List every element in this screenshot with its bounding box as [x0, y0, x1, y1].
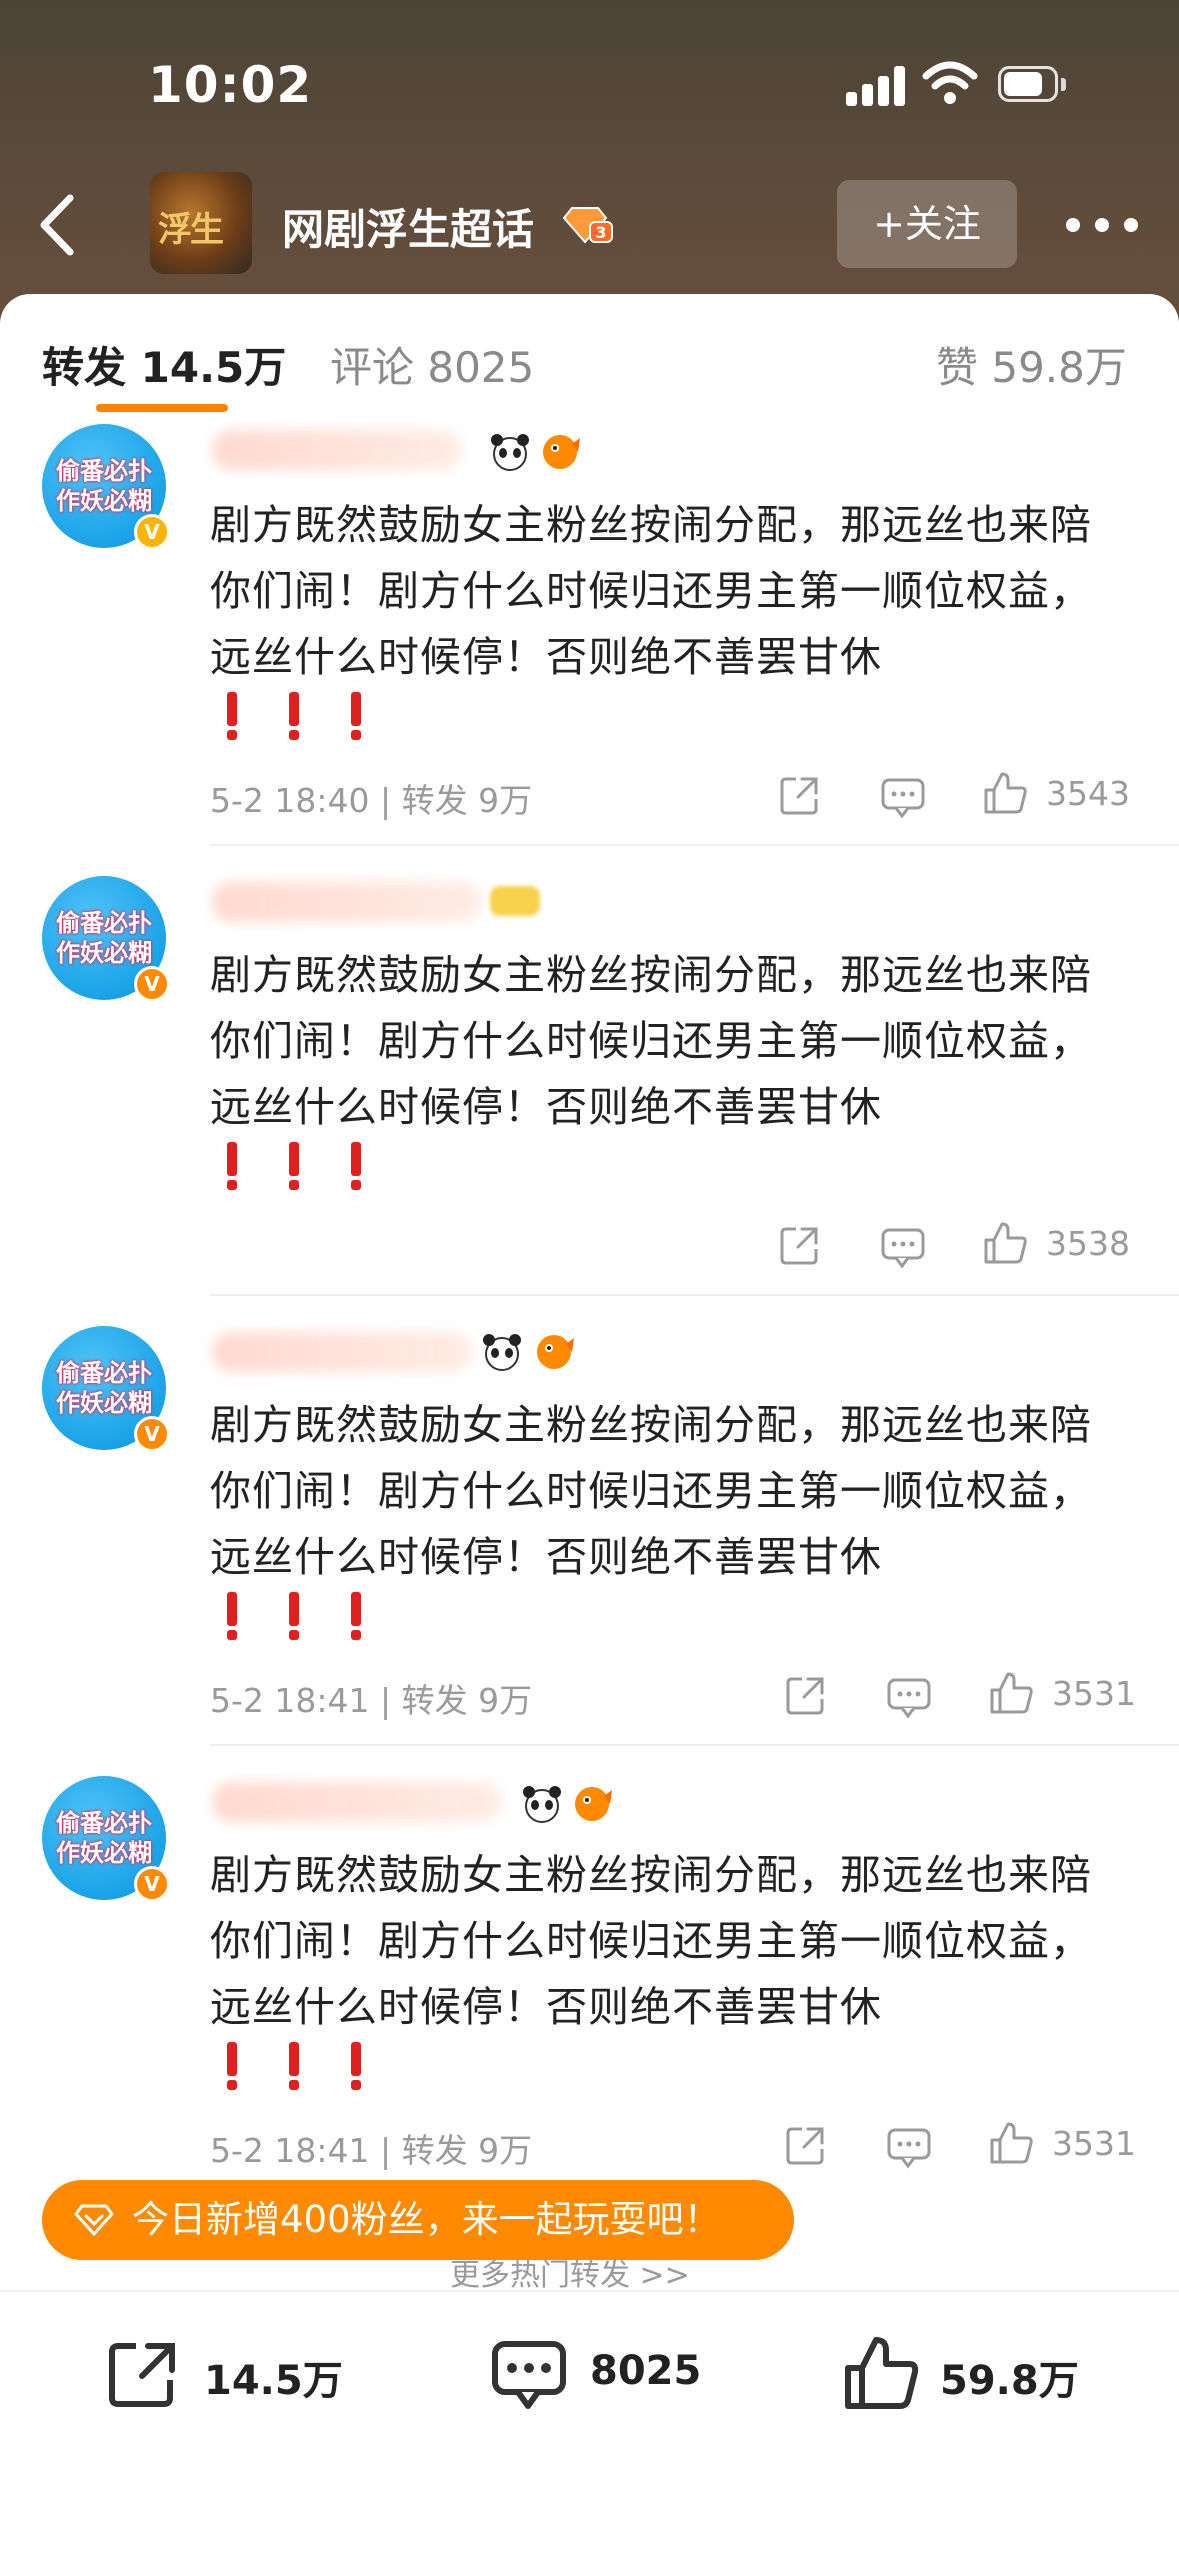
battery-icon — [998, 66, 1068, 104]
like-icon[interactable] — [988, 2118, 1034, 2168]
signal-icon — [846, 66, 905, 106]
avatar-text: 偷番必扑作妖必糊 — [56, 1809, 152, 1867]
repost-item[interactable]: 偷番必扑作妖必糊 V 剧方既然鼓励女主粉丝按闹分配，那远丝也来陪你们闹！剧方什么… — [0, 1750, 1179, 2200]
avatar-text: 偷番必扑作妖必糊 — [56, 1359, 152, 1417]
share-icon[interactable] — [778, 1220, 822, 1270]
share-icon[interactable] — [784, 2120, 828, 2170]
comment-icon[interactable] — [880, 1222, 926, 1272]
header: 10:02 浮生 网剧浮生超话 3 +关注 — [0, 0, 1179, 340]
username-blurred[interactable] — [212, 430, 462, 470]
banner-text: 今日新增400粉丝，来一起玩耍吧！ — [132, 2198, 721, 2241]
fish-icon — [537, 1335, 574, 1369]
topic-thumbnail[interactable]: 浮生 — [150, 172, 252, 274]
exclamation-marks — [224, 1142, 404, 1202]
tab-repost[interactable]: 转发 14.5万 — [42, 334, 286, 395]
bottom-comment-count: 8025 — [590, 2348, 702, 2394]
comment-icon — [492, 2341, 566, 2409]
panda-icon — [483, 1334, 521, 1371]
tab-like[interactable]: 赞 59.8万 — [936, 334, 1127, 395]
svg-text:3: 3 — [595, 223, 606, 242]
panda-icon — [491, 434, 529, 471]
verified-icon: V — [134, 1866, 170, 1902]
share-icon[interactable] — [778, 770, 822, 820]
repost-text: 剧方既然鼓励女主粉丝按闹分配，那远丝也来陪你们闹！剧方什么时候归还男主第一顺位权… — [210, 951, 1092, 1131]
bottom-action-bar: 14.5万 8025 59.8万 — [0, 2290, 1179, 2558]
divider — [210, 1744, 1179, 1746]
repost-meta: 5-2 18:41 | 转发 9万 — [210, 1681, 533, 1720]
divider — [210, 1294, 1179, 1296]
thumb-text: 浮生 — [158, 210, 224, 250]
like-icon[interactable] — [982, 1218, 1028, 1268]
like-count: 3531 — [1052, 1674, 1136, 1713]
tab-comment[interactable]: 评论 8025 — [330, 334, 534, 395]
username-blurred[interactable] — [212, 1332, 472, 1372]
verified-icon: V — [134, 1416, 170, 1452]
like-count: 3543 — [1046, 774, 1130, 813]
avatar[interactable]: 偷番必扑作妖必糊 V — [42, 1326, 170, 1452]
like-count: 3531 — [1052, 2124, 1136, 2163]
avatar-text: 偷番必扑作妖必糊 — [56, 909, 152, 967]
repost-item[interactable]: 偷番必扑作妖必糊 V 剧方既然鼓励女主粉丝按闹分配，那远丝也来陪你们闹！剧方什么… — [0, 1300, 1179, 1750]
comment-icon[interactable] — [880, 772, 926, 822]
avatar[interactable]: 偷番必扑作妖必糊 V — [42, 424, 170, 550]
verified-icon: V — [134, 514, 170, 550]
diamond-icon — [74, 2204, 114, 2236]
avatar-text: 偷番必扑作妖必糊 — [56, 457, 152, 515]
page-title[interactable]: 网剧浮生超话 — [282, 196, 534, 257]
repost-item[interactable]: 偷番必扑作妖必糊 V 剧方既然鼓励女主粉丝按闹分配，那远丝也来陪你们闹！剧方什么… — [0, 850, 1179, 1300]
comment-icon[interactable] — [886, 1672, 932, 1722]
repost-text: 剧方既然鼓励女主粉丝按闹分配，那远丝也来陪你们闹！剧方什么时候归还男主第一顺位权… — [210, 1851, 1092, 2031]
follow-button[interactable]: +关注 — [837, 180, 1017, 268]
wifi-icon — [922, 61, 978, 104]
more-icon[interactable] — [1066, 206, 1138, 242]
avatar[interactable]: 偷番必扑作妖必糊 V — [42, 876, 170, 1002]
back-icon[interactable] — [28, 190, 88, 260]
repost-item[interactable]: 偷番必扑作妖必糊 V 剧方既然鼓励女主粉丝按闹分配，那远丝也来陪你们闹！剧方什么… — [0, 400, 1179, 850]
repost-meta: 5-2 18:41 | 转发 9万 — [210, 2131, 533, 2170]
bottom-repost-count: 14.5万 — [204, 2358, 343, 2404]
repost-text: 剧方既然鼓励女主粉丝按闹分配，那远丝也来陪你们闹！剧方什么时候归还男主第一顺位权… — [210, 1401, 1092, 1581]
fans-banner[interactable]: 今日新增400粉丝，来一起玩耍吧！ — [42, 2180, 794, 2260]
fish-icon — [575, 1787, 612, 1821]
username-blurred[interactable] — [212, 1782, 502, 1822]
panda-icon — [523, 1786, 561, 1823]
fish-icon — [543, 435, 580, 469]
avatar[interactable]: 偷番必扑作妖必糊 V — [42, 1776, 170, 1902]
comment-icon[interactable] — [886, 2122, 932, 2172]
verified-icon: V — [134, 966, 170, 1002]
like-icon — [845, 2337, 919, 2409]
bottom-repost-button[interactable]: 14.5万 — [106, 2332, 346, 2412]
status-time: 10:02 — [148, 56, 313, 114]
bottom-like-count: 59.8万 — [940, 2358, 1079, 2404]
bottom-comment-button[interactable]: 8025 — [490, 2332, 710, 2412]
exclamation-marks — [224, 1592, 404, 1652]
member-badge-blurred — [490, 886, 540, 916]
diamond-level-icon: 3 — [562, 207, 613, 244]
like-icon[interactable] — [982, 768, 1028, 818]
like-icon[interactable] — [988, 1668, 1034, 1718]
share-icon — [109, 2343, 175, 2407]
share-icon[interactable] — [784, 1670, 828, 1720]
repost-text: 剧方既然鼓励女主粉丝按闹分配，那远丝也来陪你们闹！剧方什么时候归还男主第一顺位权… — [210, 501, 1092, 681]
divider — [210, 844, 1179, 846]
username-blurred[interactable] — [212, 882, 482, 922]
like-count: 3538 — [1046, 1224, 1130, 1263]
bottom-like-button[interactable]: 59.8万 — [842, 2332, 1102, 2412]
exclamation-marks — [224, 692, 404, 752]
repost-meta: 5-2 18:40 | 转发 9万 — [210, 781, 533, 820]
exclamation-marks — [224, 2042, 404, 2102]
